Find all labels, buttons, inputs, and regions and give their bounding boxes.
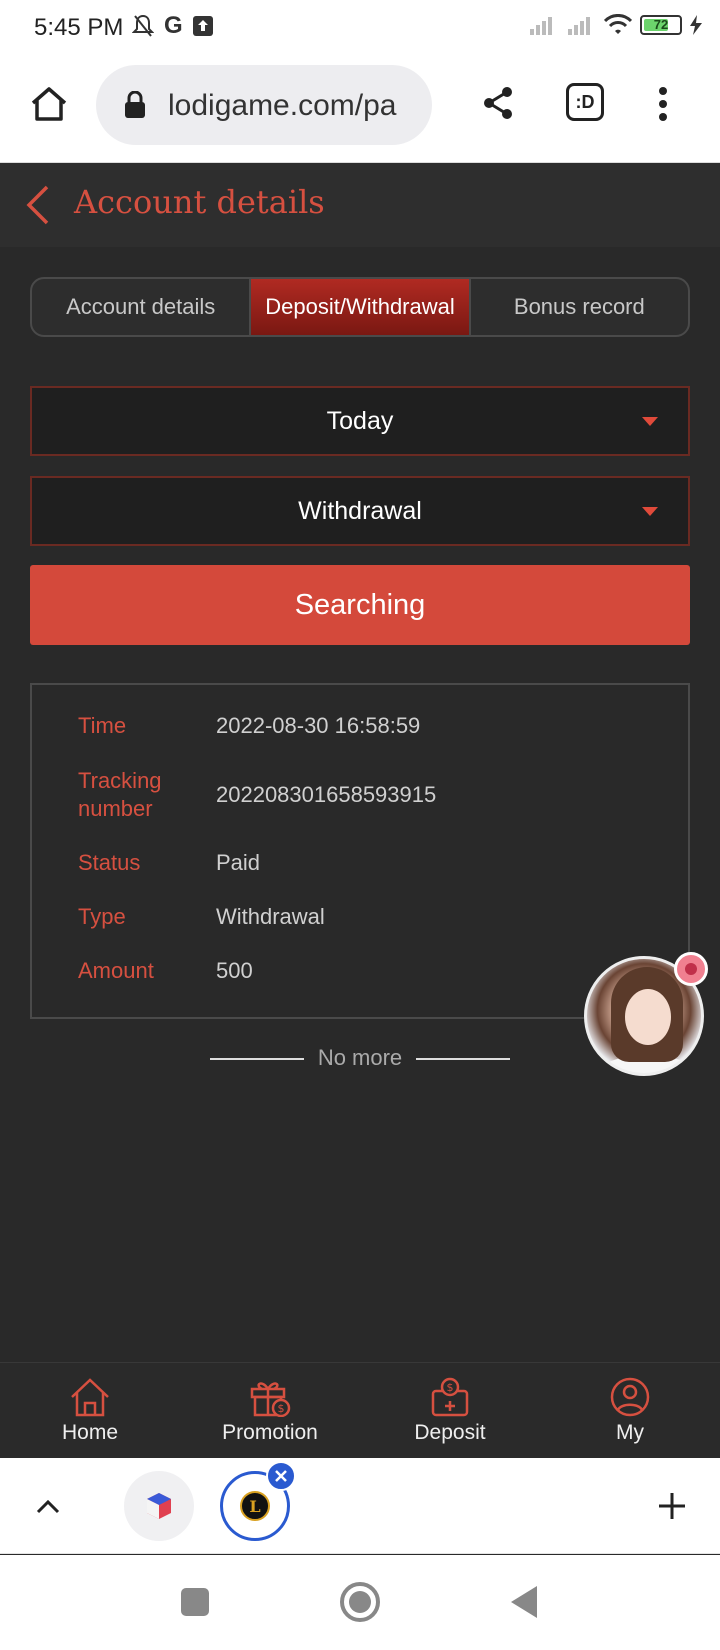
page-header: Account details (0, 163, 720, 247)
deposit-icon: $ (431, 1377, 469, 1417)
status-bar: 5:45 PM G 72 (0, 0, 720, 55)
nav-my[interactable]: My (540, 1363, 720, 1458)
nav-home[interactable]: Home (0, 1363, 180, 1458)
record-label: Amount (78, 958, 154, 983)
date-range-value: Today (326, 406, 394, 435)
home-button[interactable] (26, 81, 72, 127)
browser-tab-strip: L (0, 1458, 720, 1554)
signal-icon-2 (568, 17, 590, 35)
transaction-type-select[interactable]: Withdrawal (30, 476, 690, 546)
gift-icon: $ (250, 1382, 291, 1417)
record-row-amount: Amount 500 (78, 956, 253, 986)
tab-bonus-record[interactable]: Bonus record (471, 279, 688, 335)
divider (416, 1058, 511, 1061)
record-label: Status (78, 850, 141, 875)
record-value: 202208301658593915 (216, 782, 437, 807)
record-label: Tracking number (78, 768, 162, 821)
record-tabs: Account details Deposit/Withdrawal Bonus… (30, 277, 690, 337)
transaction-record-card: Time 2022-08-30 16:58:59 Tracking number… (30, 683, 690, 1019)
tab-switcher-label: :D (575, 91, 595, 112)
status-time: 5:45 PM (34, 14, 124, 41)
plus-icon (659, 1493, 685, 1519)
record-row-status: Status Paid (78, 848, 260, 878)
more-vert-icon (659, 87, 667, 121)
triangle-back-icon (511, 1586, 537, 1618)
record-row-time: Time 2022-08-30 16:58:59 (78, 711, 420, 741)
bottom-navigation: Home $ Promotion $ Deposit My (0, 1362, 720, 1458)
browser-toolbar: lodigame.com/pa :D (0, 55, 720, 163)
close-tab-button[interactable] (266, 1461, 296, 1491)
record-label: Type (78, 904, 126, 929)
search-button[interactable]: Searching (30, 565, 690, 645)
notification-dot-icon (674, 952, 708, 986)
wifi-icon (604, 14, 632, 34)
share-icon (484, 87, 512, 119)
svg-text:$: $ (278, 1402, 285, 1415)
user-icon (610, 1377, 650, 1417)
bell-off-icon (132, 14, 154, 37)
record-value: Paid (216, 850, 261, 875)
home-icon (71, 1378, 109, 1417)
caret-down-icon (642, 507, 658, 516)
new-tab-button[interactable] (652, 1486, 692, 1526)
record-row-tracking: Tracking number 202208301658593915 (78, 767, 436, 823)
url-text: lodigame.com/pa (168, 89, 397, 122)
divider (209, 1058, 304, 1061)
main-content: Account details Deposit/Withdrawal Bonus… (0, 247, 720, 1362)
share-button[interactable] (476, 81, 520, 125)
url-bar[interactable]: lodigame.com/pa (96, 65, 432, 145)
cube-icon (147, 1493, 171, 1519)
record-value: Withdrawal (216, 904, 325, 929)
google-icon: G (164, 12, 183, 39)
transaction-type-value: Withdrawal (298, 496, 422, 525)
record-value: 2022-08-30 16:58:59 (216, 713, 421, 738)
back-button[interactable] (18, 179, 58, 231)
signal-icon (530, 17, 552, 35)
date-range-select[interactable]: Today (30, 386, 690, 456)
lodi-logo: L (240, 1491, 270, 1521)
chevron-up-icon (36, 1499, 60, 1514)
browser-menu-button[interactable] (648, 79, 678, 129)
svg-text:$: $ (447, 1381, 454, 1394)
circle-home-icon (340, 1582, 380, 1622)
battery-icon: 72 (640, 15, 682, 35)
caret-down-icon (642, 417, 658, 426)
back-system-button[interactable] (506, 1583, 542, 1621)
close-icon (275, 1470, 287, 1482)
chevron-left-icon (26, 185, 49, 225)
recents-button[interactable] (178, 1585, 212, 1619)
tab-switcher-button[interactable]: :D (566, 83, 604, 121)
record-label: Time (78, 713, 127, 738)
square-icon (181, 1588, 209, 1616)
collapse-tabs-button[interactable] (30, 1488, 66, 1524)
page-title: Account details (74, 183, 325, 221)
tab-account-details[interactable]: Account details (32, 279, 252, 335)
home-system-button[interactable] (338, 1580, 382, 1624)
charging-icon (690, 15, 702, 35)
nav-deposit[interactable]: $ Deposit (360, 1363, 540, 1458)
no-more-text: No more (317, 1045, 403, 1070)
upload-icon (192, 16, 213, 36)
lock-icon (125, 91, 145, 118)
record-row-type: Type Withdrawal (78, 902, 325, 932)
record-value: 500 (216, 958, 253, 983)
home-outline-icon (31, 87, 67, 121)
tab-thumbnail[interactable] (124, 1471, 194, 1541)
tab-deposit-withdrawal[interactable]: Deposit/Withdrawal (251, 279, 471, 335)
nav-promotion[interactable]: $ Promotion (180, 1363, 360, 1458)
system-navigation-bar (0, 1555, 720, 1650)
